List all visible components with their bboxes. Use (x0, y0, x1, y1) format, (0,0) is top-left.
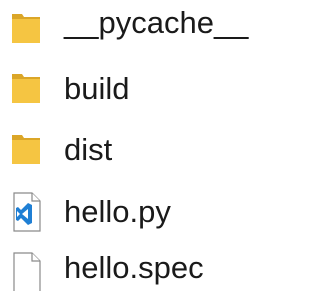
file-item-hello-spec[interactable]: hello.spec (0, 239, 259, 291)
folder-icon (10, 60, 44, 118)
file-item-label: dist (64, 132, 113, 167)
blank-file-icon (10, 239, 44, 291)
folder-icon (10, 121, 44, 179)
folder-icon (10, 0, 44, 58)
file-item-label: hello.py (64, 194, 171, 229)
file-item-label: build (64, 71, 130, 106)
file-item-build[interactable]: build (0, 60, 259, 118)
file-item-pycache[interactable]: __pycache__ (0, 0, 259, 58)
file-list: __pycache__ build dist hello.py hello.sp… (0, 0, 259, 291)
file-item-hello-py[interactable]: hello.py (0, 183, 259, 241)
vscode-file-icon (10, 183, 44, 241)
file-item-label: hello.spec (64, 250, 204, 285)
file-item-label: __pycache__ (64, 5, 249, 40)
file-item-dist[interactable]: dist (0, 121, 259, 179)
